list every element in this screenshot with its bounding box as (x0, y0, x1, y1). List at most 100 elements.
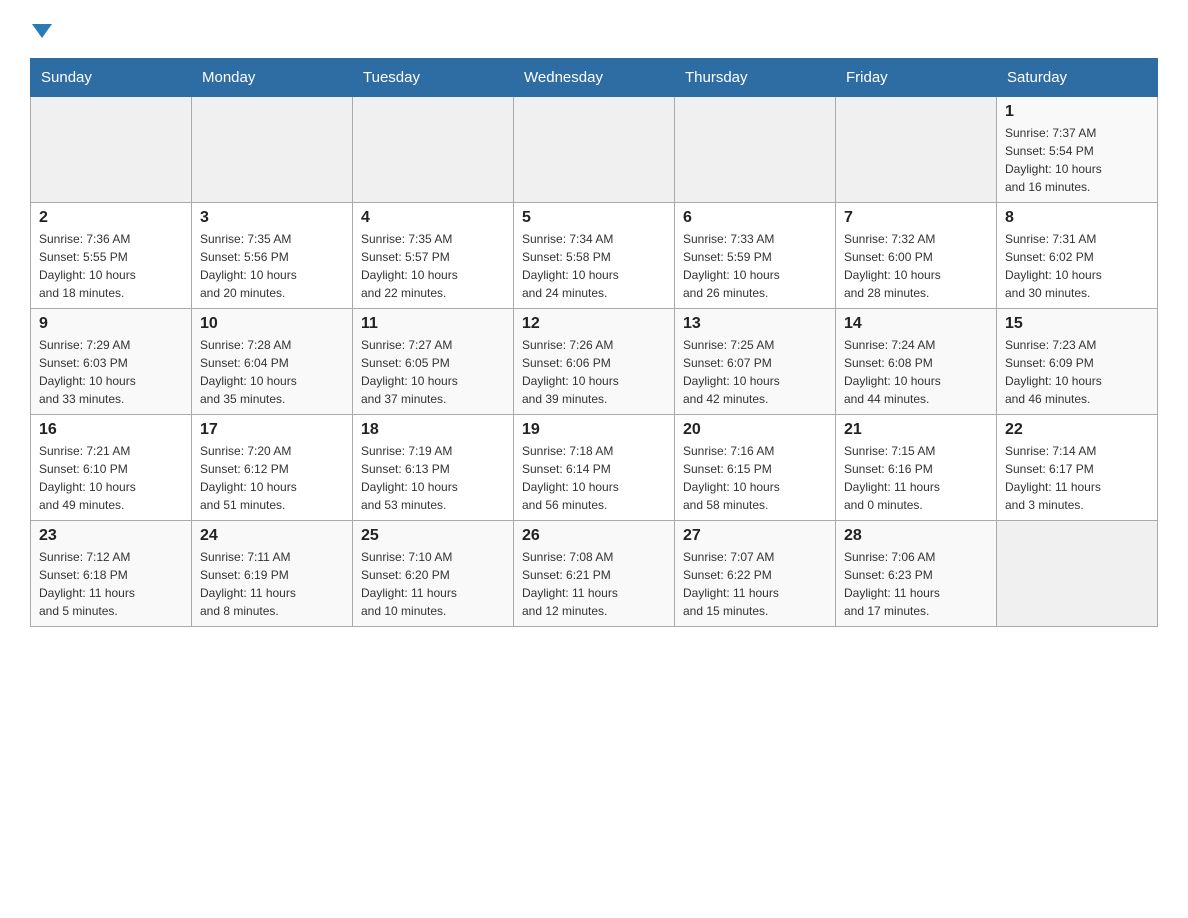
day-number: 26 (522, 527, 666, 545)
calendar-cell: 6 Sunrise: 7:33 AM Sunset: 5:59 PM Daylig… (675, 203, 836, 309)
calendar-cell: 8 Sunrise: 7:31 AM Sunset: 6:02 PM Daylig… (997, 203, 1158, 309)
calendar-cell: 5Sunrise: 7:34 AM Sunset: 5:58 PM Daylig… (514, 203, 675, 309)
day-info: Sunrise: 7:08 AM Sunset: 6:21 PM Dayligh… (522, 548, 666, 620)
day-number: 28 (844, 527, 988, 545)
calendar-cell (514, 97, 675, 203)
day-number: 8 (1005, 209, 1149, 227)
header-cell-friday: Friday (836, 59, 997, 97)
day-info: Sunrise: 7:23 AM Sunset: 6:09 PM Dayligh… (1005, 336, 1149, 408)
day-number: 11 (361, 315, 505, 333)
day-number: 23 (39, 527, 183, 545)
day-number: 18 (361, 421, 505, 439)
calendar-header: SundayMondayTuesdayWednesdayThursdayFrid… (31, 59, 1158, 97)
header-row: SundayMondayTuesdayWednesdayThursdayFrid… (31, 59, 1158, 97)
header-cell-tuesday: Tuesday (353, 59, 514, 97)
day-info: Sunrise: 7:07 AM Sunset: 6:22 PM Dayligh… (683, 548, 827, 620)
calendar-cell: 11 Sunrise: 7:27 AM Sunset: 6:05 PM Dayli… (353, 309, 514, 415)
day-info: Sunrise: 7:12 AM Sunset: 6:18 PM Dayligh… (39, 548, 183, 620)
day-info: Sunrise: 7:21 AM Sunset: 6:10 PM Dayligh… (39, 442, 183, 514)
day-number: 27 (683, 527, 827, 545)
day-number: 19 (522, 421, 666, 439)
calendar-cell: 13Sunrise: 7:25 AM Sunset: 6:07 PM Dayli… (675, 309, 836, 415)
day-number: 3 (200, 209, 344, 227)
calendar-week-1: 1 Sunrise: 7:37 AM Sunset: 5:54 PM Daylig… (31, 97, 1158, 203)
day-number: 22 (1005, 421, 1149, 439)
logo-arrow-icon (32, 24, 52, 38)
day-number: 17 (200, 421, 344, 439)
calendar-cell: 22 Sunrise: 7:14 AM Sunset: 6:17 PM Dayli… (997, 415, 1158, 521)
day-info: Sunrise: 7:11 AM Sunset: 6:19 PM Dayligh… (200, 548, 344, 620)
day-info: Sunrise: 7:35 AM Sunset: 5:56 PM Dayligh… (200, 230, 344, 302)
day-number: 12 (522, 315, 666, 333)
calendar-week-4: 16 Sunrise: 7:21 AM Sunset: 6:10 PM Dayli… (31, 415, 1158, 521)
calendar-cell: 12 Sunrise: 7:26 AM Sunset: 6:06 PM Dayli… (514, 309, 675, 415)
header-cell-saturday: Saturday (997, 59, 1158, 97)
calendar-cell: 16 Sunrise: 7:21 AM Sunset: 6:10 PM Dayli… (31, 415, 192, 521)
day-info: Sunrise: 7:10 AM Sunset: 6:20 PM Dayligh… (361, 548, 505, 620)
header-cell-thursday: Thursday (675, 59, 836, 97)
day-info: Sunrise: 7:06 AM Sunset: 6:23 PM Dayligh… (844, 548, 988, 620)
calendar-cell: 15 Sunrise: 7:23 AM Sunset: 6:09 PM Dayli… (997, 309, 1158, 415)
calendar-cell: 7 Sunrise: 7:32 AM Sunset: 6:00 PM Daylig… (836, 203, 997, 309)
calendar-cell: 27 Sunrise: 7:07 AM Sunset: 6:22 PM Dayli… (675, 521, 836, 627)
calendar-cell (31, 97, 192, 203)
day-info: Sunrise: 7:29 AM Sunset: 6:03 PM Dayligh… (39, 336, 183, 408)
calendar-cell: 21Sunrise: 7:15 AM Sunset: 6:16 PM Dayli… (836, 415, 997, 521)
day-number: 7 (844, 209, 988, 227)
day-info: Sunrise: 7:32 AM Sunset: 6:00 PM Dayligh… (844, 230, 988, 302)
calendar-cell: 28 Sunrise: 7:06 AM Sunset: 6:23 PM Dayli… (836, 521, 997, 627)
day-number: 15 (1005, 315, 1149, 333)
day-number: 4 (361, 209, 505, 227)
calendar-cell: 9 Sunrise: 7:29 AM Sunset: 6:03 PM Daylig… (31, 309, 192, 415)
day-number: 25 (361, 527, 505, 545)
day-number: 14 (844, 315, 988, 333)
day-info: Sunrise: 7:31 AM Sunset: 6:02 PM Dayligh… (1005, 230, 1149, 302)
day-number: 20 (683, 421, 827, 439)
calendar-cell: 17 Sunrise: 7:20 AM Sunset: 6:12 PM Dayli… (192, 415, 353, 521)
calendar-cell (997, 521, 1158, 627)
day-number: 1 (1005, 103, 1149, 121)
calendar-cell: 19 Sunrise: 7:18 AM Sunset: 6:14 PM Dayli… (514, 415, 675, 521)
logo (30, 20, 52, 38)
calendar-cell: 23 Sunrise: 7:12 AM Sunset: 6:18 PM Dayli… (31, 521, 192, 627)
calendar-cell: 20Sunrise: 7:16 AM Sunset: 6:15 PM Dayli… (675, 415, 836, 521)
day-info: Sunrise: 7:24 AM Sunset: 6:08 PM Dayligh… (844, 336, 988, 408)
calendar-cell: 24 Sunrise: 7:11 AM Sunset: 6:19 PM Dayli… (192, 521, 353, 627)
day-number: 24 (200, 527, 344, 545)
calendar-body: 1 Sunrise: 7:37 AM Sunset: 5:54 PM Daylig… (31, 97, 1158, 627)
calendar-cell (836, 97, 997, 203)
calendar-cell: 10 Sunrise: 7:28 AM Sunset: 6:04 PM Dayli… (192, 309, 353, 415)
calendar-cell: 26 Sunrise: 7:08 AM Sunset: 6:21 PM Dayli… (514, 521, 675, 627)
day-info: Sunrise: 7:26 AM Sunset: 6:06 PM Dayligh… (522, 336, 666, 408)
day-info: Sunrise: 7:25 AM Sunset: 6:07 PM Dayligh… (683, 336, 827, 408)
calendar-cell: 14 Sunrise: 7:24 AM Sunset: 6:08 PM Dayli… (836, 309, 997, 415)
day-info: Sunrise: 7:28 AM Sunset: 6:04 PM Dayligh… (200, 336, 344, 408)
day-info: Sunrise: 7:18 AM Sunset: 6:14 PM Dayligh… (522, 442, 666, 514)
day-info: Sunrise: 7:14 AM Sunset: 6:17 PM Dayligh… (1005, 442, 1149, 514)
day-info: Sunrise: 7:19 AM Sunset: 6:13 PM Dayligh… (361, 442, 505, 514)
day-number: 6 (683, 209, 827, 227)
calendar-cell: 3 Sunrise: 7:35 AM Sunset: 5:56 PM Daylig… (192, 203, 353, 309)
calendar-cell (353, 97, 514, 203)
day-info: Sunrise: 7:15 AM Sunset: 6:16 PM Dayligh… (844, 442, 988, 514)
header-cell-wednesday: Wednesday (514, 59, 675, 97)
calendar-cell: 18 Sunrise: 7:19 AM Sunset: 6:13 PM Dayli… (353, 415, 514, 521)
calendar-cell: 4Sunrise: 7:35 AM Sunset: 5:57 PM Daylig… (353, 203, 514, 309)
day-info: Sunrise: 7:27 AM Sunset: 6:05 PM Dayligh… (361, 336, 505, 408)
page-header (30, 20, 1158, 38)
calendar-cell: 25 Sunrise: 7:10 AM Sunset: 6:20 PM Dayli… (353, 521, 514, 627)
day-info: Sunrise: 7:33 AM Sunset: 5:59 PM Dayligh… (683, 230, 827, 302)
day-number: 9 (39, 315, 183, 333)
day-info: Sunrise: 7:37 AM Sunset: 5:54 PM Dayligh… (1005, 124, 1149, 196)
day-number: 5 (522, 209, 666, 227)
calendar-week-5: 23 Sunrise: 7:12 AM Sunset: 6:18 PM Dayli… (31, 521, 1158, 627)
calendar-week-3: 9 Sunrise: 7:29 AM Sunset: 6:03 PM Daylig… (31, 309, 1158, 415)
day-info: Sunrise: 7:20 AM Sunset: 6:12 PM Dayligh… (200, 442, 344, 514)
calendar-cell (675, 97, 836, 203)
day-number: 10 (200, 315, 344, 333)
day-number: 2 (39, 209, 183, 227)
calendar-cell (192, 97, 353, 203)
day-info: Sunrise: 7:36 AM Sunset: 5:55 PM Dayligh… (39, 230, 183, 302)
day-number: 16 (39, 421, 183, 439)
calendar-cell: 1 Sunrise: 7:37 AM Sunset: 5:54 PM Daylig… (997, 97, 1158, 203)
